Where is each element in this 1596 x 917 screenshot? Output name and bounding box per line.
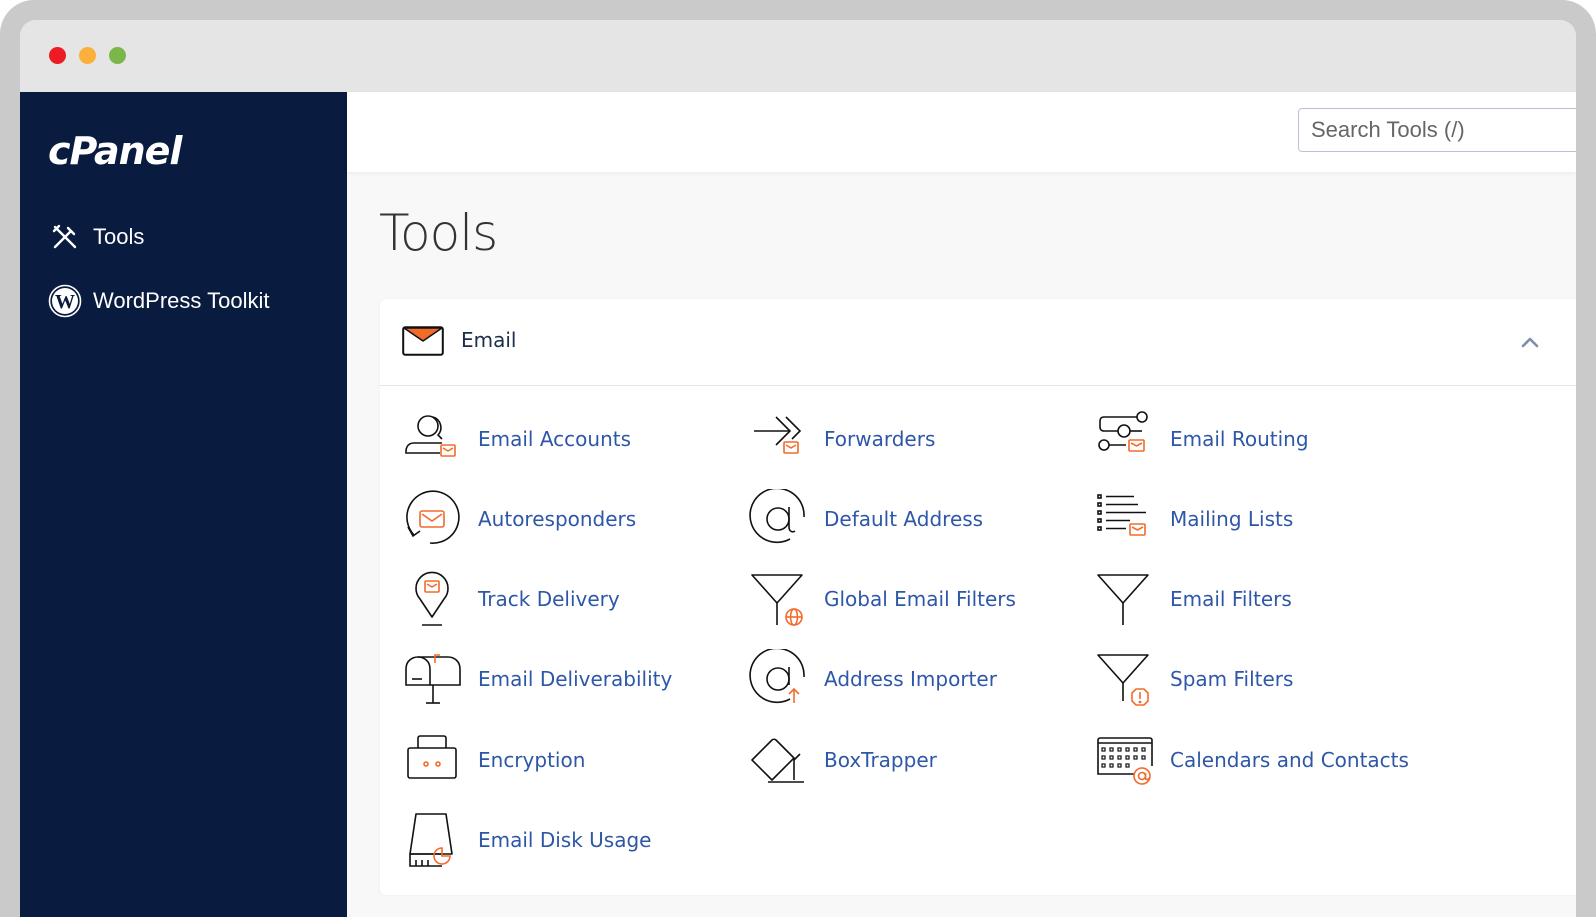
at-sign-icon	[749, 489, 805, 544]
tool-encryption[interactable]: Encryption	[402, 730, 585, 790]
envelope-icon	[402, 326, 444, 361]
filter-warning-icon	[1097, 654, 1149, 706]
sidebar-item-label: WordPress Toolkit	[93, 288, 270, 313]
tool-track-delivery[interactable]: Track Delivery	[402, 569, 620, 629]
maximize-window-button[interactable]	[109, 47, 126, 64]
title-bar	[20, 20, 1576, 92]
browser-window: cPanel Tools W WordPress Toolkit Search …	[20, 20, 1576, 917]
tool-email-deliverability[interactable]: Email Deliverability	[402, 649, 672, 709]
at-upload-icon	[749, 649, 805, 704]
tool-email-routing[interactable]: Email Routing	[1094, 409, 1309, 469]
cpanel-logo[interactable]: cPanel	[48, 129, 212, 173]
forward-arrow-icon	[754, 416, 802, 454]
routing-icon	[1098, 411, 1148, 452]
tool-calendars-and-contacts[interactable]: Calendars and Contacts	[1094, 730, 1409, 790]
disk-usage-icon	[409, 813, 453, 867]
sidebar-item-wordpress-toolkit[interactable]: W WordPress Toolkit	[48, 284, 269, 318]
calendar-at-icon	[1097, 737, 1153, 785]
sidebar-item-tools[interactable]: Tools	[48, 220, 144, 254]
tools-icon	[48, 220, 82, 254]
tool-label: Global Email Filters	[824, 587, 1016, 611]
tool-label: Mailing Lists	[1170, 507, 1294, 531]
page-title: Tools	[379, 204, 498, 262]
tool-boxtrapper[interactable]: BoxTrapper	[748, 730, 937, 790]
filter-icon	[1097, 574, 1149, 625]
tool-label: Email Disk Usage	[478, 828, 652, 852]
tool-mailing-lists[interactable]: Mailing Lists	[1094, 489, 1293, 549]
tool-label: Email Deliverability	[478, 667, 673, 691]
tool-address-importer[interactable]: Address Importer	[748, 649, 997, 709]
email-section-header[interactable]: Email	[380, 299, 1576, 386]
tool-label: Email Accounts	[478, 427, 632, 451]
list-mail-icon	[1097, 494, 1146, 536]
user-mail-icon	[405, 415, 456, 457]
svg-text:W: W	[55, 291, 75, 313]
tool-label: Forwarders	[824, 427, 936, 451]
tool-label: Spam Filters	[1170, 667, 1294, 691]
section-title: Email	[461, 328, 517, 352]
wordpress-icon: W	[48, 284, 82, 318]
tool-email-disk-usage[interactable]: Email Disk Usage	[402, 810, 651, 870]
tool-email-accounts[interactable]: Email Accounts	[402, 409, 631, 469]
tool-label: Email Filters	[1170, 587, 1292, 611]
tool-label: Encryption	[478, 748, 586, 772]
tool-email-filters[interactable]: Email Filters	[1094, 569, 1292, 629]
mailbox-icon	[405, 654, 461, 704]
tool-label: Autoresponders	[478, 507, 637, 531]
minimize-window-button[interactable]	[79, 47, 96, 64]
tool-autoresponders[interactable]: Autoresponders	[402, 489, 636, 549]
tool-label: Calendars and Contacts	[1170, 748, 1409, 772]
close-window-button[interactable]	[49, 47, 66, 64]
sidebar: cPanel Tools W WordPress Toolkit	[20, 92, 347, 917]
box-trap-icon	[751, 738, 804, 783]
tool-global-email-filters[interactable]: Global Email Filters	[748, 569, 1016, 629]
tool-default-address[interactable]: Default Address	[748, 489, 983, 549]
tool-label: Default Address	[824, 507, 984, 531]
filter-globe-icon	[751, 574, 803, 626]
tool-spam-filters[interactable]: Spam Filters	[1094, 649, 1293, 709]
tool-label: Track Delivery	[478, 587, 620, 611]
tool-label: Email Routing	[1170, 427, 1309, 451]
search-tools-input[interactable]	[1298, 108, 1576, 152]
sidebar-item-label: Tools	[93, 224, 145, 249]
circular-arrow-mail-icon	[406, 490, 460, 544]
tool-label: Address Importer	[824, 667, 997, 691]
top-bar	[347, 92, 1576, 172]
svg-text:cPanel: cPanel	[48, 130, 183, 172]
main-content: Tools Email	[347, 92, 1576, 917]
briefcase-lock-icon	[407, 735, 457, 779]
map-pin-mail-icon	[415, 571, 449, 626]
tool-forwarders[interactable]: Forwarders	[748, 409, 935, 469]
email-section-card: Email Email Accounts Forwarders Email Ro…	[380, 299, 1576, 895]
chevron-up-icon[interactable]	[1520, 335, 1540, 353]
tool-label: BoxTrapper	[824, 748, 937, 772]
